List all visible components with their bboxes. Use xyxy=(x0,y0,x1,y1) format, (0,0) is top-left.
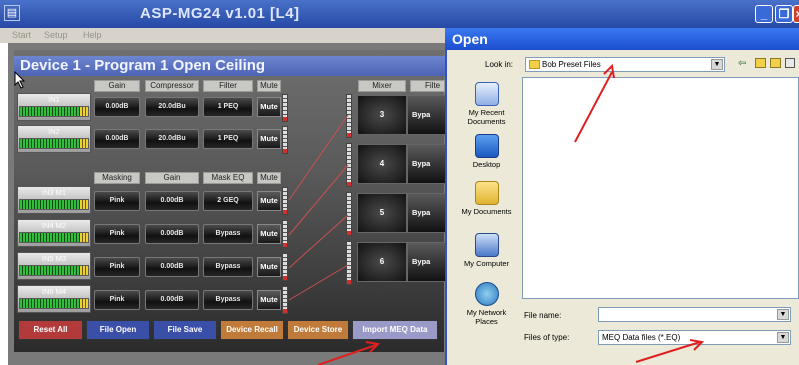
routing-lines xyxy=(288,114,349,301)
folder-icon xyxy=(529,60,540,69)
file-name-label: File name: xyxy=(524,311,562,320)
place-my-recent-documents[interactable]: My Recent Documents xyxy=(455,82,518,126)
device-store-button[interactable]: Device Store xyxy=(287,320,349,340)
files-of-type-dropdown[interactable]: MEQ Data files (*.EQ) ▼ xyxy=(598,330,791,345)
new-folder-icon[interactable] xyxy=(770,58,781,68)
device-recall-button[interactable]: Device Recall xyxy=(220,320,284,340)
file-name-input[interactable]: ▼ xyxy=(598,307,791,322)
chevron-down-icon[interactable]: ▼ xyxy=(777,309,789,320)
my-computer-icon xyxy=(474,233,499,257)
file-save-button[interactable]: File Save xyxy=(153,320,217,340)
restore-icon[interactable]: ❐ xyxy=(775,5,793,23)
files-of-type-value: MEQ Data files (*.EQ) xyxy=(602,333,681,342)
chevron-down-icon[interactable]: ▼ xyxy=(777,332,789,343)
place-my-computer[interactable]: My Computer xyxy=(455,233,518,268)
import-meq-data-button[interactable]: Import MEQ Data xyxy=(352,320,438,340)
place-my-documents[interactable]: My Documents xyxy=(455,181,518,216)
look-in-dropdown[interactable]: Bob Preset Files ▼ xyxy=(525,57,725,72)
chevron-down-icon[interactable]: ▼ xyxy=(711,59,723,70)
mouse-cursor-icon xyxy=(14,71,26,89)
recent-documents-icon xyxy=(474,82,499,106)
back-icon[interactable]: ⇦ xyxy=(738,58,746,69)
network-places-icon xyxy=(474,282,499,306)
look-in-value: Bob Preset Files xyxy=(542,60,601,69)
dialog-title-bar xyxy=(445,28,799,50)
close-icon[interactable]: × xyxy=(793,5,799,23)
up-folder-icon[interactable] xyxy=(755,58,766,68)
place-desktop[interactable]: Desktop xyxy=(455,134,518,169)
minimize-icon[interactable]: _ xyxy=(755,5,773,23)
place-my-network-places[interactable]: My Network Places xyxy=(455,282,518,326)
my-documents-icon xyxy=(474,181,499,205)
view-menu-icon[interactable] xyxy=(785,58,795,68)
file-list[interactable] xyxy=(522,77,799,299)
reset-all-button[interactable]: Reset All xyxy=(18,320,83,340)
file-open-button[interactable]: File Open xyxy=(86,320,150,340)
look-in-label: Look in: xyxy=(485,60,514,69)
desktop-icon xyxy=(474,134,499,158)
dialog-title: Open xyxy=(452,31,488,47)
files-of-type-label: Files of type: xyxy=(524,333,570,342)
